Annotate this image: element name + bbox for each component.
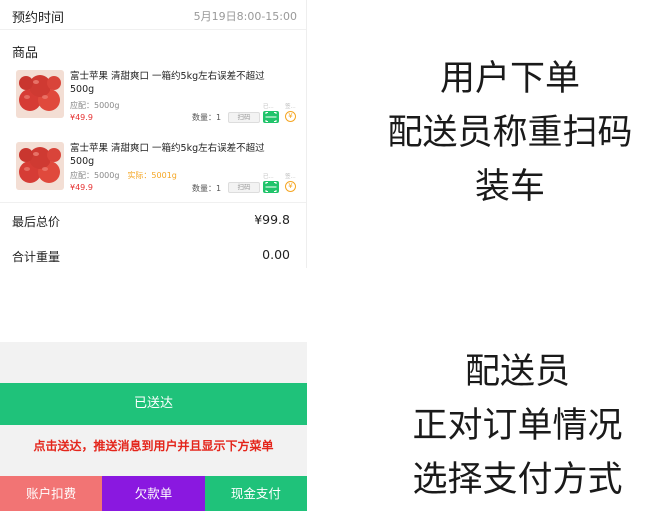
cash-payment-button[interactable]: 现金支付 xyxy=(204,476,307,511)
item-price: ¥49.9 xyxy=(70,183,93,192)
total-price-row: 最后总价 ¥99.8 xyxy=(0,202,306,236)
item-spec-actual: 实际：5001g xyxy=(127,171,177,180)
scan-input[interactable]: 扫码 xyxy=(228,182,260,193)
caption-line: 用户下单 xyxy=(439,59,580,99)
item-status-a: 已... xyxy=(263,174,274,180)
apple-image xyxy=(16,142,64,190)
item-quantity: 数量：1 xyxy=(192,184,222,193)
caption-line: 正对订单情况 xyxy=(412,406,623,446)
reservation-time-row: 预约时间 5月19日8:00-15:00 xyxy=(0,0,306,30)
order-detail-panel: 预约时间 5月19日8:00-15:00 商品 富士苹果 清甜爽口 一箱约5kg… xyxy=(0,0,307,268)
item-spec: 应配：5000g 实际：5001g xyxy=(70,170,177,181)
item-spec: 应配：5000g xyxy=(70,100,119,111)
caption-bottom: 配送员 正对订单情况 选择支付方式 xyxy=(375,345,660,507)
total-weight-row: 合计重量 0.00 xyxy=(0,238,306,268)
delivered-button[interactable]: 已送达 xyxy=(0,383,307,425)
delivery-notice: 点击送达，推送消息到用户并且显示下方菜单 xyxy=(33,439,274,453)
item-quantity: 数量：1 xyxy=(192,113,222,122)
credit-note-button[interactable]: 欠款单 xyxy=(102,476,205,511)
reservation-time-label: 预约时间 xyxy=(12,11,65,26)
goods-section-title: 商品 xyxy=(12,46,39,61)
scan-icon[interactable] xyxy=(263,111,279,123)
item-status-b: 签... xyxy=(285,174,296,180)
caption-line: 配送员称重扫码 xyxy=(387,113,633,153)
delivery-action-panel: 已送达 点击送达，推送消息到用户并且显示下方菜单 账户扣费 欠款单 现金支付 xyxy=(0,342,307,511)
item-spec-plan: 应配：5000g xyxy=(70,171,120,180)
caption-line: 选择支付方式 xyxy=(412,460,623,500)
total-weight-label: 合计重量 xyxy=(12,250,61,264)
caption-line: 配送员 xyxy=(464,352,570,392)
item-price: ¥49.9 xyxy=(70,113,93,122)
apple-image xyxy=(16,70,64,118)
scan-icon[interactable] xyxy=(263,181,279,193)
total-price-label: 最后总价 xyxy=(12,215,61,229)
payment-options-bar: 账户扣费 欠款单 现金支付 xyxy=(0,476,307,511)
item-name: 富士苹果 清甜爽口 一箱约5kg左右误差不超过500g xyxy=(70,71,265,95)
caption-top: 用户下单 配送员称重扫码 装车 xyxy=(360,52,660,214)
coin-icon[interactable]: ¥ xyxy=(285,111,296,122)
item-name: 富士苹果 清甜爽口 一箱约5kg左右误差不超过500g xyxy=(70,143,265,167)
account-deduct-button[interactable]: 账户扣费 xyxy=(0,476,103,511)
total-weight-value: 0.00 xyxy=(262,247,290,262)
list-item: 富士苹果 清甜爽口 一箱约5kg左右误差不超过500g 应配：5000g 实际：5… xyxy=(0,142,306,198)
total-price-value: ¥99.8 xyxy=(254,212,290,227)
scan-input[interactable]: 扫码 xyxy=(228,112,260,123)
list-item: 富士苹果 清甜爽口 一箱约5kg左右误差不超过500g 应配：5000g ¥49… xyxy=(0,70,306,126)
coin-icon[interactable]: ¥ xyxy=(285,181,296,192)
reservation-time-value: 5月19日8:00-15:00 xyxy=(193,10,297,23)
item-spec-plan: 应配：5000g xyxy=(70,101,120,110)
item-status-a: 已... xyxy=(263,104,274,110)
caption-line: 装车 xyxy=(474,167,545,207)
item-status-b: 签... xyxy=(285,104,296,110)
